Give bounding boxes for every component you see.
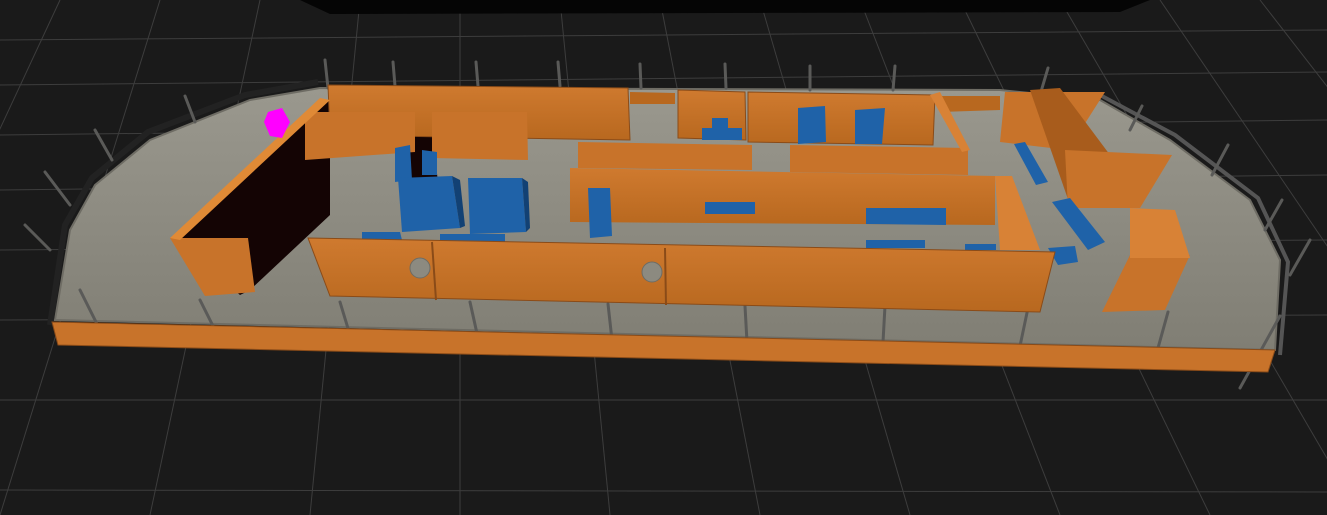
furniture-box-large-2 <box>468 178 526 234</box>
wall-corridor-2 <box>790 145 968 175</box>
furniture-table-2 <box>866 208 946 225</box>
furniture-locker <box>588 188 612 238</box>
wall-corridor-1 <box>578 142 752 170</box>
furniture-stack-2 <box>702 128 742 140</box>
porthole-2 <box>641 261 663 283</box>
furniture-cabinet-2 <box>422 150 437 175</box>
hull-shadow <box>300 0 1150 14</box>
furniture-table-3 <box>866 240 925 248</box>
wall-back-far <box>630 92 675 104</box>
furniture-box-large-1 <box>398 176 460 232</box>
wall-inner-b <box>432 112 528 160</box>
furniture-table-1 <box>705 202 755 214</box>
porthole-1 <box>409 257 431 279</box>
furniture-cabinet-1 <box>395 145 412 182</box>
scene-canvas[interactable] <box>0 0 1327 515</box>
furniture-table-4 <box>965 244 996 250</box>
wall-back-right <box>747 91 936 146</box>
3d-viewport[interactable] <box>0 0 1327 515</box>
furniture-tall-1 <box>798 106 826 144</box>
furniture-tall-2 <box>855 108 885 144</box>
wall-front-divider-2 <box>664 247 667 306</box>
furniture-stack-1 <box>712 118 728 128</box>
